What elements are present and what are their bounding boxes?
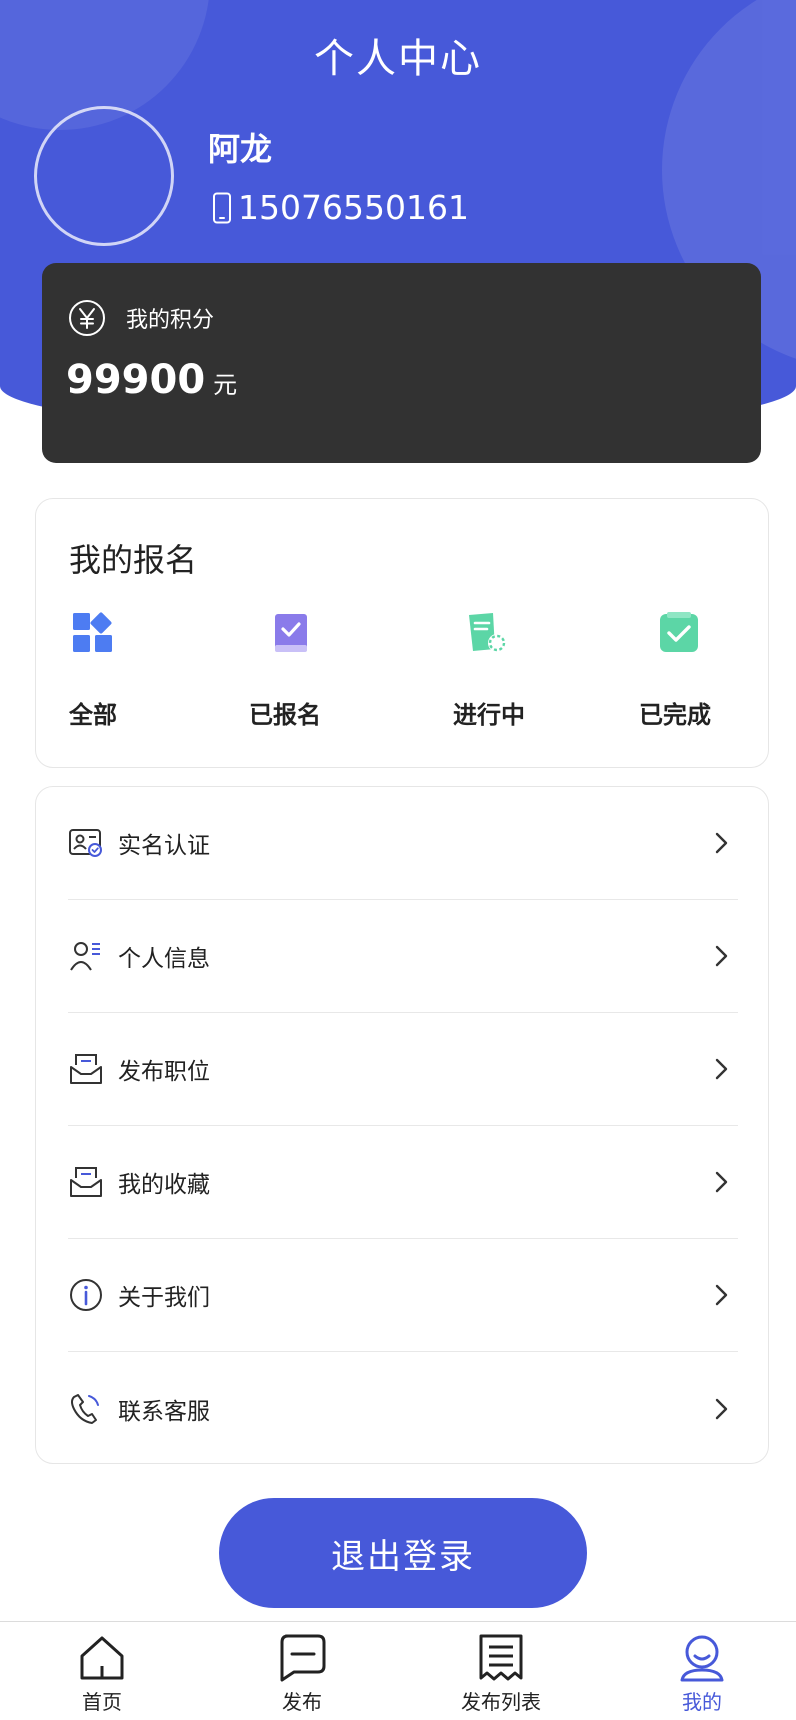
receipt-list-icon: [479, 1634, 523, 1681]
chevron-right-icon: [715, 1058, 728, 1080]
yen-circle-icon: [69, 300, 105, 336]
home-icon: [80, 1636, 124, 1680]
tab-home[interactable]: 首页: [22, 1632, 182, 1720]
page-title: 个人中心: [314, 36, 482, 82]
registration-signed-up-label: 已报名: [249, 701, 321, 729]
info-circle-icon: [70, 1279, 102, 1311]
user-profile-icon: [680, 1635, 724, 1682]
inbox-tray-icon: [70, 1167, 102, 1197]
user-name: 阿龙: [208, 130, 273, 168]
chevron-right-icon: [715, 1284, 728, 1306]
tab-my-profile[interactable]: 我的: [622, 1632, 782, 1720]
menu-item-personal-info[interactable]: 个人信息: [68, 900, 738, 1013]
message-icon: [280, 1634, 326, 1682]
menu-item-my-favorites[interactable]: 我的收藏: [68, 1126, 738, 1239]
menu-item-post-job[interactable]: 发布职位: [68, 1013, 738, 1126]
grid-shapes-icon: [73, 612, 112, 652]
menu-item-about-us[interactable]: 关于我们: [68, 1239, 738, 1352]
phone-icon: [213, 192, 231, 223]
tab-publish[interactable]: 发布: [222, 1632, 382, 1720]
registration-in-progress[interactable]: 进行中: [453, 609, 573, 729]
menu-card: 实名认证 个人信息 发布职位 我的收藏 关于我们 联系客服: [35, 786, 769, 1464]
book-check-icon: [275, 614, 307, 652]
chevron-right-icon: [715, 1171, 728, 1193]
menu-item-label: 实名认证: [118, 833, 210, 859]
registration-in-progress-label: 进行中: [453, 701, 525, 729]
points-value: 99900: [66, 357, 206, 403]
menu-item-label: 我的收藏: [118, 1172, 210, 1198]
tab-label: 首页: [82, 1690, 122, 1714]
points-value-row: 99900 元: [66, 357, 237, 403]
logout-button[interactable]: 退出登录: [219, 1498, 587, 1608]
points-header: 我的积分: [68, 299, 214, 337]
chevron-right-icon: [715, 945, 728, 967]
menu-item-real-name-auth[interactable]: 实名认证: [68, 787, 738, 900]
menu-item-label: 个人信息: [118, 946, 210, 972]
registration-title: 我的报名: [69, 541, 198, 579]
tab-publish-list[interactable]: 发布列表: [421, 1632, 581, 1720]
chevron-right-icon: [715, 1398, 728, 1419]
clipboard-check-icon: [660, 612, 698, 652]
tab-label: 发布: [282, 1690, 322, 1714]
registration-signed-up[interactable]: 已报名: [249, 609, 369, 729]
menu-item-contact-support[interactable]: 联系客服: [68, 1352, 738, 1465]
page: 个人中心 阿龙 15076550161 我的积分 99900 元 我的报名 全部…: [0, 0, 796, 1720]
id-card-icon: [69, 829, 102, 857]
registration-all[interactable]: 全部: [69, 609, 189, 729]
user-info-icon: [70, 942, 100, 971]
phone-number: 15076550161: [238, 188, 469, 227]
registration-completed-label: 已完成: [639, 701, 711, 729]
my-registration-card: 我的报名 全部 已报名 进行中 已完成: [35, 498, 769, 768]
tab-label: 我的: [682, 1690, 722, 1714]
phone-number-row: 15076550161: [212, 188, 469, 227]
menu-item-label: 发布职位: [118, 1059, 210, 1085]
phone-call-icon: [71, 1393, 99, 1424]
points-unit: 元: [213, 371, 238, 399]
menu-item-label: 关于我们: [118, 1285, 210, 1311]
registration-all-label: 全部: [69, 701, 117, 729]
bottom-tab-bar: 首页 发布 发布列表 我的: [0, 1621, 796, 1720]
avatar[interactable]: [34, 106, 174, 246]
points-label: 我的积分: [126, 308, 215, 333]
inbox-tray-icon: [70, 1054, 102, 1084]
registration-completed[interactable]: 已完成: [639, 609, 759, 729]
points-card[interactable]: 我的积分 99900 元: [42, 263, 761, 463]
document-progress-icon: [469, 613, 506, 652]
menu-item-label: 联系客服: [118, 1398, 210, 1425]
tab-label: 发布列表: [461, 1690, 541, 1714]
chevron-right-icon: [715, 832, 728, 854]
